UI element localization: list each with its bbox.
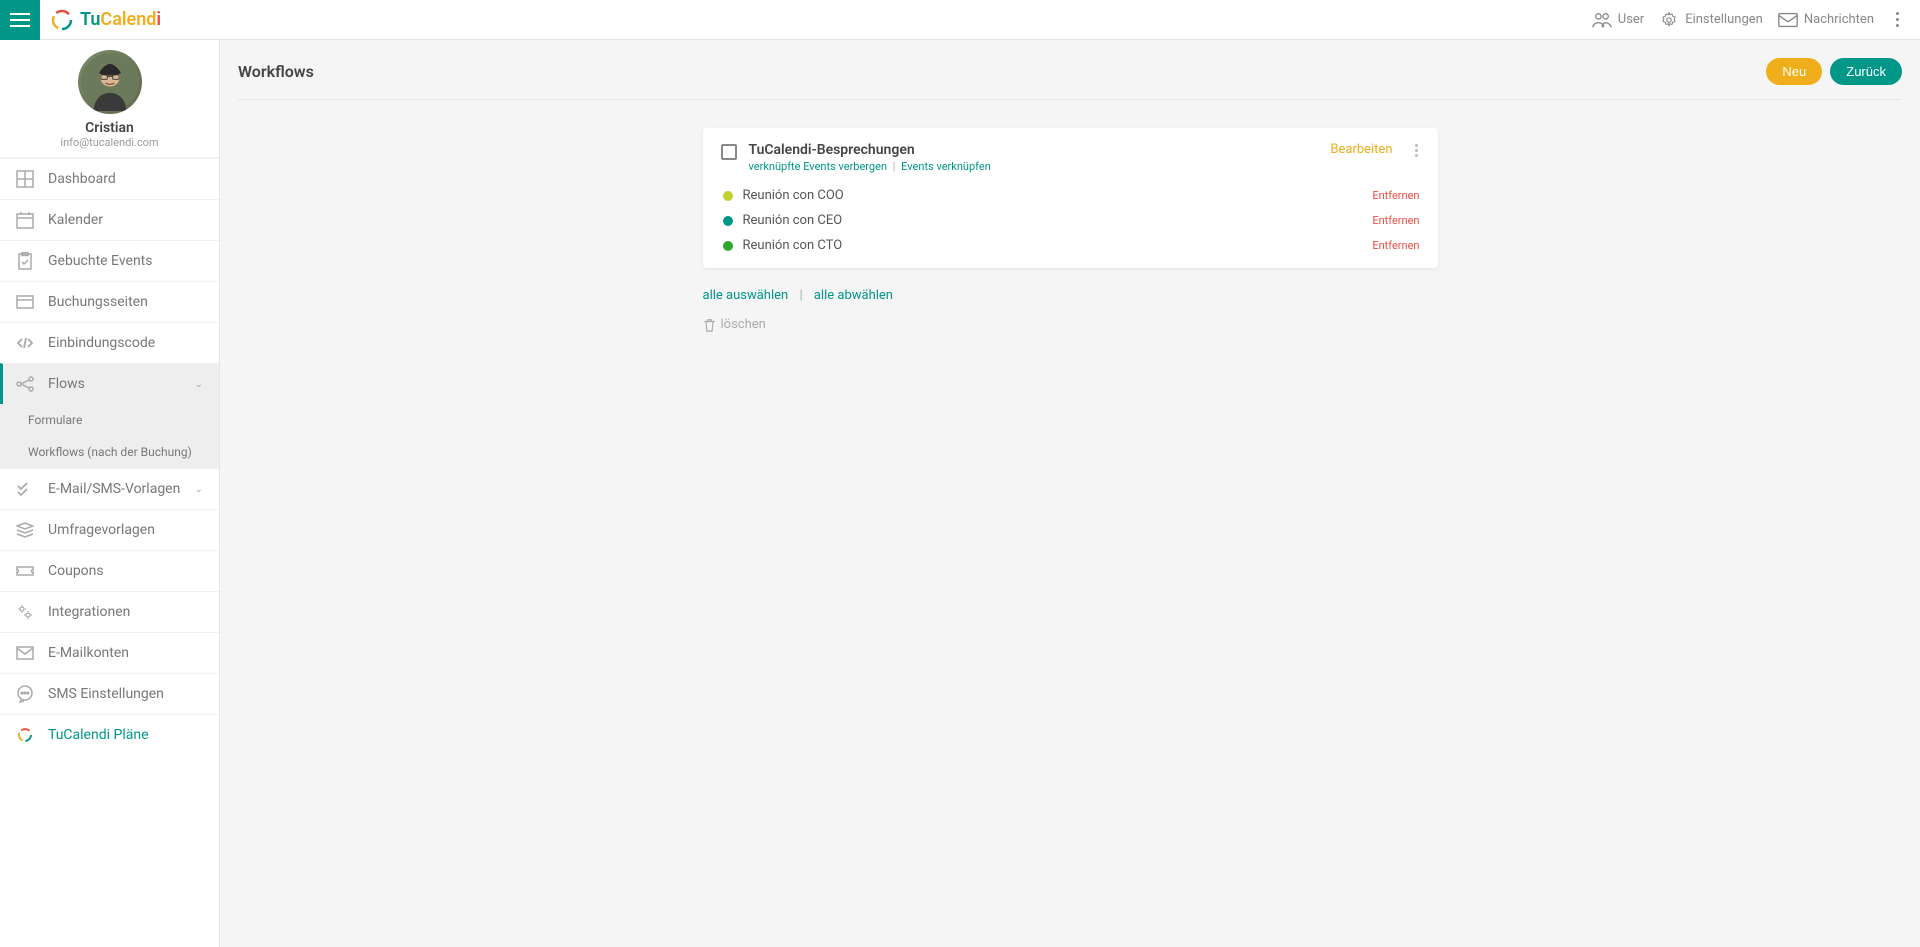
batch-actions: alle auswählen | alle abwählen [703, 288, 1438, 303]
sidebar: Cristian info@tucalendi.com Dashboard Ka… [0, 40, 220, 947]
event-row: Reunión con COO Entfernen [721, 183, 1420, 208]
profile-block: Cristian info@tucalendi.com [0, 40, 219, 158]
sidebar-item-mailaccounts[interactable]: E-Mailkonten [0, 632, 219, 673]
sidebar-item-plans[interactable]: TuCalendi Pläne [0, 714, 219, 755]
clipboard-icon [16, 252, 34, 270]
sidebar-item-surveys[interactable]: Umfragevorlagen [0, 509, 219, 550]
select-all-link[interactable]: alle auswählen [703, 288, 789, 303]
workflow-card: TuCalendi-Besprechungen verknüpfte Event… [703, 128, 1438, 268]
event-color-dot [723, 241, 733, 251]
sidebar-item-integrations[interactable]: Integrationen [0, 591, 219, 632]
chevron-down-icon: ⌄ [195, 379, 203, 390]
avatar[interactable] [78, 50, 142, 114]
remove-link[interactable]: Entfernen [1372, 214, 1419, 227]
remove-link[interactable]: Entfernen [1372, 239, 1419, 252]
window-icon [16, 293, 34, 311]
hide-linked-events-link[interactable]: verknüpfte Events verbergen [749, 160, 888, 173]
event-name: Reunión con CTO [743, 238, 1373, 253]
gears-icon [16, 603, 34, 621]
remove-link[interactable]: Entfernen [1372, 189, 1419, 202]
logo-text: TuCalendi [80, 9, 161, 30]
sidebar-item-booked-events[interactable]: Gebuchte Events [0, 240, 219, 281]
event-color-dot [723, 191, 733, 201]
hamburger-menu[interactable] [0, 0, 40, 40]
event-name: Reunión con COO [743, 188, 1373, 203]
topbar-messages[interactable]: Nachrichten [1777, 11, 1874, 29]
logo-icon [16, 726, 34, 744]
sidebar-item-dashboard[interactable]: Dashboard [0, 158, 219, 199]
sidebar-item-flows[interactable]: Flows ⌄ [0, 363, 219, 404]
content: Workflows Neu Zurück TuCalendi-Besprechu… [220, 40, 1920, 947]
topbar-user-label: User [1618, 12, 1644, 27]
sidebar-subitem-workflows[interactable]: Workflows (nach der Buchung) [0, 436, 219, 468]
sidebar-item-templates[interactable]: E-Mail/SMS-Vorlagen ⌄ [0, 468, 219, 509]
topbar-settings[interactable]: Einstellungen [1658, 11, 1763, 29]
new-button[interactable]: Neu [1766, 58, 1822, 85]
trash-icon [703, 318, 716, 332]
profile-name: Cristian [0, 120, 219, 136]
calendar-icon [16, 211, 34, 229]
card-more-menu[interactable] [1413, 142, 1420, 159]
event-row: Reunión con CTO Entfernen [721, 233, 1420, 258]
deselect-all-link[interactable]: alle abwählen [814, 288, 893, 303]
sms-icon [16, 685, 34, 703]
mail-icon [16, 644, 34, 662]
code-icon [16, 334, 34, 352]
chevron-down-icon: ⌄ [195, 484, 203, 495]
profile-email: info@tucalendi.com [0, 136, 219, 149]
stack-icon [16, 521, 34, 539]
sidebar-item-booking-pages[interactable]: Buchungsseiten [0, 281, 219, 322]
flow-icon [16, 375, 34, 393]
grid-icon [16, 170, 34, 188]
back-button[interactable]: Zurück [1830, 58, 1902, 85]
topbar-user[interactable]: User [1591, 11, 1644, 29]
event-color-dot [723, 216, 733, 226]
topbar-messages-label: Nachrichten [1804, 12, 1874, 27]
edit-link[interactable]: Bearbeiten [1330, 142, 1392, 157]
topbar: TuCalendi User Einstellungen Nachrichten [0, 0, 1920, 40]
delete-row[interactable]: löschen [703, 317, 1438, 332]
ticket-icon [16, 562, 34, 580]
page-title: Workflows [238, 62, 314, 81]
sidebar-item-embed-code[interactable]: Einbindungscode [0, 322, 219, 363]
link-events-link[interactable]: Events verknüpfen [901, 160, 991, 173]
sidebar-item-coupons[interactable]: Coupons [0, 550, 219, 591]
checks-icon [16, 480, 34, 498]
event-row: Reunión con CEO Entfernen [721, 208, 1420, 233]
logo-icon [50, 8, 74, 32]
gear-icon [1658, 11, 1680, 29]
topbar-settings-label: Einstellungen [1685, 12, 1763, 27]
logo[interactable]: TuCalendi [40, 8, 161, 32]
users-icon [1591, 11, 1613, 29]
event-name: Reunión con CEO [743, 213, 1373, 228]
mail-icon [1777, 11, 1799, 29]
sidebar-item-sms[interactable]: SMS Einstellungen [0, 673, 219, 714]
workflow-checkbox[interactable] [721, 144, 737, 160]
workflow-title: TuCalendi-Besprechungen [749, 142, 1319, 158]
topbar-more-menu[interactable] [1888, 9, 1906, 31]
sidebar-subitem-forms[interactable]: Formulare [0, 404, 219, 436]
sidebar-item-calendar[interactable]: Kalender [0, 199, 219, 240]
